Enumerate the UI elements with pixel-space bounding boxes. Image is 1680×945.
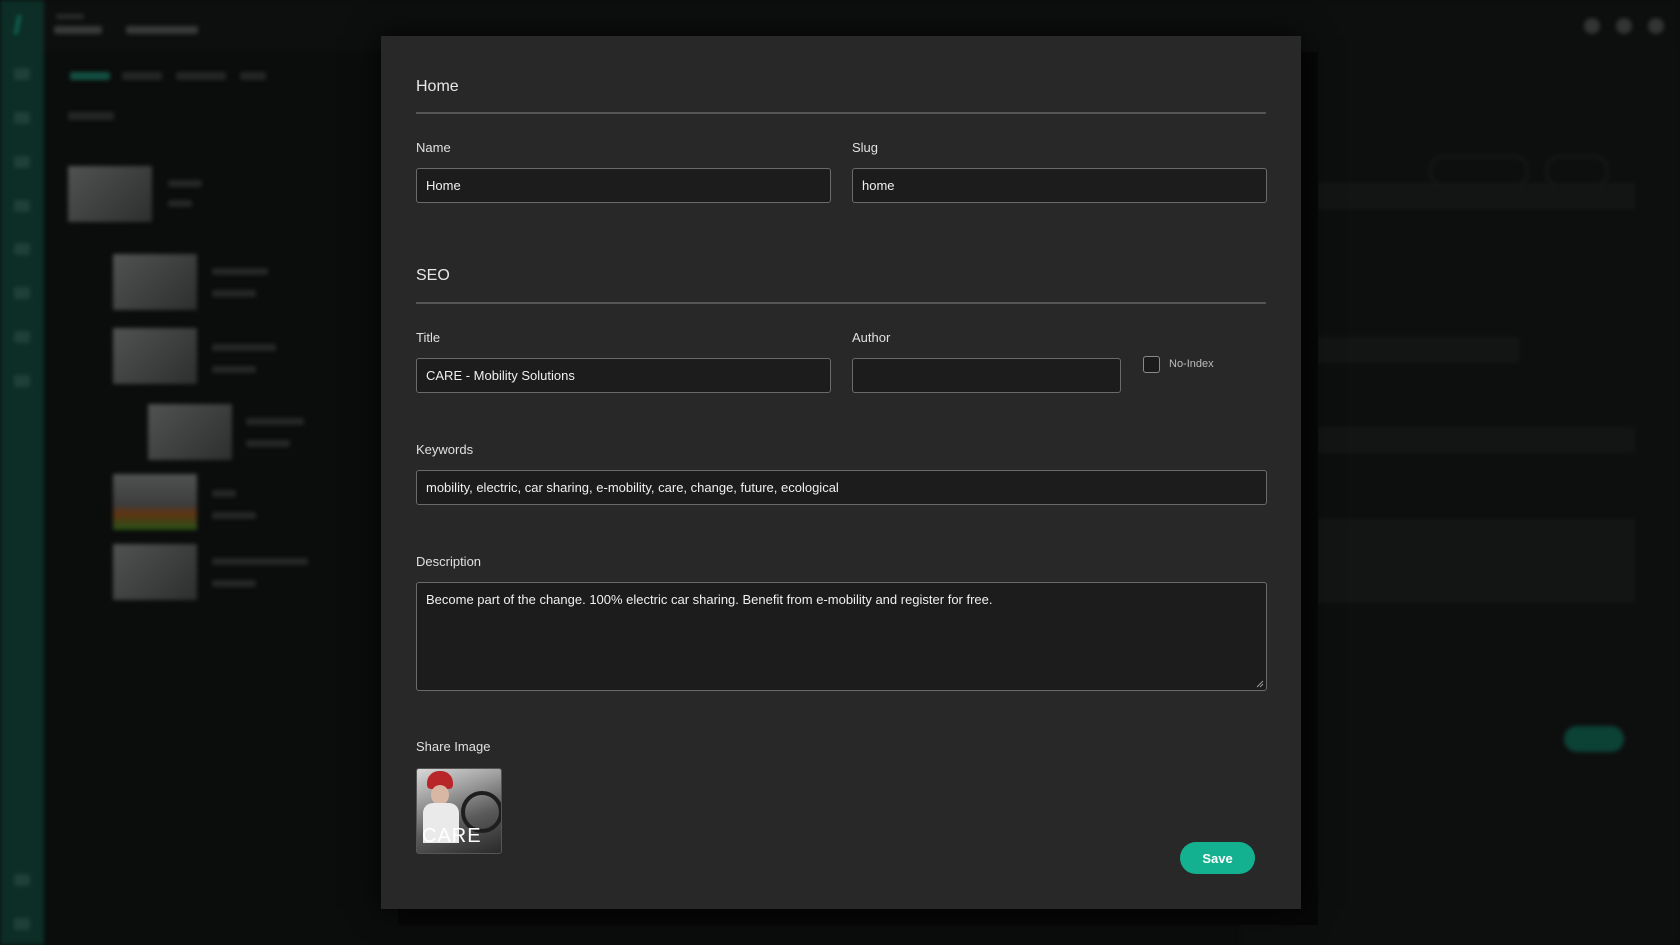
- page-path: [212, 366, 256, 373]
- tab-2[interactable]: [122, 72, 162, 80]
- breadcrumb-root[interactable]: [54, 26, 102, 34]
- page-thumbnail[interactable]: [113, 474, 197, 530]
- sidebar-home-icon[interactable]: [14, 68, 30, 80]
- page-name: [212, 558, 308, 565]
- title-field[interactable]: CARE - Mobility Solutions: [416, 358, 831, 393]
- breadcrumb-current[interactable]: [126, 26, 198, 34]
- resize-grip-icon[interactable]: [1256, 680, 1264, 688]
- slug-label: Slug: [852, 140, 879, 155]
- sidebar-forms-icon[interactable]: [14, 331, 30, 343]
- page-path: [246, 440, 290, 447]
- notifications-icon[interactable]: [1584, 18, 1600, 34]
- page-name: [212, 490, 236, 497]
- page-name: [212, 268, 268, 275]
- modal-title: Home: [416, 78, 459, 95]
- tab-4[interactable]: [240, 72, 266, 80]
- sidebar-announce-icon[interactable]: [14, 287, 30, 299]
- save-button[interactable]: Save: [1180, 842, 1255, 874]
- sidebar: /: [0, 0, 44, 945]
- share-image-label: Share Image: [416, 739, 491, 754]
- description-text: Become part of the change. 100% electric…: [426, 592, 993, 607]
- slug-field[interactable]: home: [852, 168, 1267, 203]
- author-label: Author: [852, 330, 891, 345]
- page-path: [212, 580, 256, 587]
- breadcrumb-project: [56, 14, 84, 19]
- no-index-label: No-Index: [1169, 358, 1214, 370]
- seo-section-title: SEO: [416, 267, 450, 284]
- keywords-label: Keywords: [416, 442, 474, 457]
- share-image-thumbnail[interactable]: CARE: [416, 768, 502, 854]
- section-divider: [416, 112, 1266, 114]
- sidebar-edit-icon[interactable]: [14, 874, 30, 886]
- panel-save-button[interactable]: [1564, 726, 1624, 752]
- panel-button[interactable]: [1546, 156, 1608, 186]
- panel-button[interactable]: [1430, 156, 1528, 186]
- title-label: Title: [416, 330, 441, 345]
- page-thumbnail[interactable]: [148, 404, 232, 460]
- keywords-field[interactable]: mobility, electric, car sharing, e-mobil…: [416, 470, 1267, 505]
- page-thumbnail[interactable]: [113, 328, 197, 384]
- tab-active[interactable]: [70, 72, 110, 80]
- page-name: [168, 180, 202, 187]
- page-name: [246, 418, 304, 425]
- filter-field[interactable]: [68, 112, 114, 120]
- sidebar-user-icon[interactable]: [14, 918, 30, 930]
- section-divider: [416, 302, 1266, 304]
- tab-3[interactable]: [176, 72, 226, 80]
- page-path: [212, 512, 256, 519]
- share-image-logo: CARE: [422, 825, 482, 847]
- page-thumbnail[interactable]: [113, 254, 197, 310]
- sidebar-tags-icon[interactable]: [14, 243, 30, 255]
- page-name: [212, 344, 276, 351]
- help-icon[interactable]: [1616, 18, 1632, 34]
- account-icon[interactable]: [1648, 18, 1664, 34]
- sidebar-video-icon[interactable]: [14, 375, 30, 387]
- description-label: Description: [416, 554, 482, 569]
- no-index-checkbox[interactable]: [1143, 356, 1160, 373]
- name-label: Name: [416, 140, 451, 155]
- app-logo-icon: /: [14, 10, 22, 40]
- page-path: [212, 290, 256, 297]
- page-settings-modal: Home Name Home Slug home SEO Title CARE …: [381, 36, 1301, 909]
- sidebar-components-icon[interactable]: [14, 200, 30, 212]
- description-textarea[interactable]: Become part of the change. 100% electric…: [416, 582, 1267, 691]
- sidebar-media-icon[interactable]: [14, 156, 30, 168]
- page-thumbnail[interactable]: [68, 166, 152, 222]
- page-path: [168, 200, 192, 207]
- sidebar-pages-icon[interactable]: [14, 112, 30, 124]
- author-field[interactable]: [852, 358, 1121, 393]
- name-field[interactable]: Home: [416, 168, 831, 203]
- page-thumbnail[interactable]: [113, 544, 197, 600]
